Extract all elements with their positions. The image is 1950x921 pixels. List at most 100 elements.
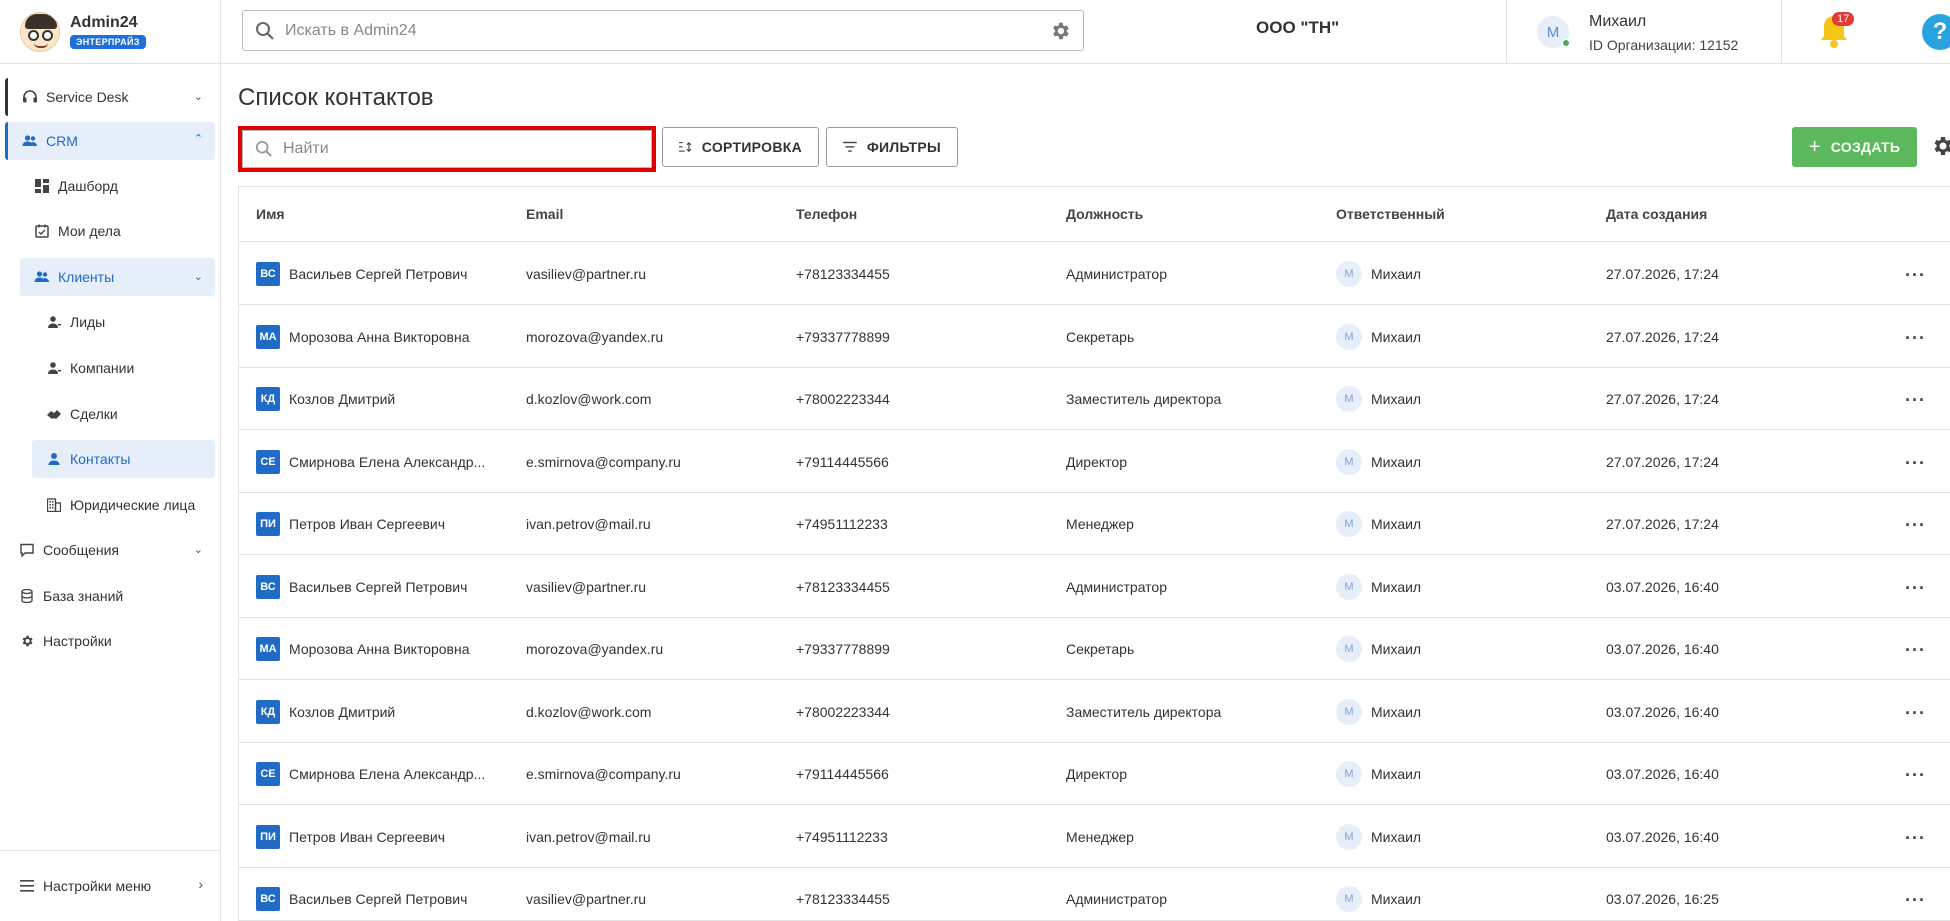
sidebar-item-companies[interactable]: Компании: [32, 349, 215, 387]
responsible-name: Михаил: [1371, 641, 1422, 657]
brand-logo-icon: [20, 12, 60, 52]
online-status-icon: [1562, 39, 1570, 47]
cell-position: Заместитель директора: [1066, 703, 1222, 720]
cell-name[interactable]: ПИ Петров Иван Сергеевич: [256, 806, 445, 868]
more-actions-icon[interactable]: ···: [1905, 890, 1926, 911]
sidebar-item-contacts[interactable]: Контакты: [32, 440, 215, 478]
cell-created: 27.07.2026, 17:24: [1606, 328, 1719, 345]
more-actions-icon[interactable]: ···: [1905, 515, 1926, 536]
sidebar-item-crm[interactable]: CRM ⌃: [5, 122, 215, 160]
more-actions-icon[interactable]: ···: [1905, 703, 1926, 724]
cell-responsible: М Михаил: [1336, 681, 1421, 743]
cell-email: morozova@yandex.ru: [526, 328, 664, 345]
sidebar-item-label: Сделки: [70, 406, 118, 422]
create-button[interactable]: + СОЗДАТЬ: [1792, 127, 1917, 167]
cell-position: Директор: [1066, 453, 1127, 470]
cell-created: 03.07.2026, 16:25: [1606, 891, 1719, 907]
more-actions-icon[interactable]: ···: [1905, 828, 1926, 849]
find-input-highlight[interactable]: Найти: [238, 126, 656, 172]
sidebar-item-label: Клиенты: [58, 269, 115, 285]
responsible-name: Михаил: [1371, 766, 1422, 782]
notifications-count: 17: [1832, 12, 1855, 26]
table-row[interactable]: МА Морозова Анна Викторовна morozova@yande…: [239, 306, 1950, 368]
more-actions-icon[interactable]: ···: [1905, 265, 1926, 286]
cell-name[interactable]: СЕ Смирнова Елена Александр...: [256, 743, 485, 805]
table-row[interactable]: ПИ Петров Иван Сергеевич ivan.petrov@mail.…: [239, 806, 1950, 868]
more-actions-icon[interactable]: ···: [1905, 765, 1926, 786]
gear-icon: [19, 633, 35, 649]
sidebar-item-messages[interactable]: Сообщения ⌄: [5, 531, 215, 569]
more-actions-icon[interactable]: ···: [1905, 578, 1926, 599]
column-header-name[interactable]: Имя: [256, 206, 285, 222]
column-header-position[interactable]: Должность: [1066, 206, 1143, 222]
cell-name[interactable]: КД Козлов Дмитрий: [256, 368, 395, 430]
table-row[interactable]: МА Морозова Анна Викторовна morozova@yande…: [239, 618, 1950, 680]
cell-name[interactable]: ВС Васильев Сергей Петрович: [256, 868, 467, 921]
search-icon: [255, 140, 272, 157]
sidebar-item-legal-entities[interactable]: Юридические лица: [32, 486, 215, 524]
cell-name[interactable]: МА Морозова Анна Викторовна: [256, 618, 470, 680]
table-settings-gear-icon[interactable]: [1930, 134, 1950, 158]
column-header-created[interactable]: Дата создания: [1606, 206, 1707, 222]
more-actions-icon[interactable]: ···: [1905, 453, 1926, 474]
cell-phone: +78123334455: [796, 266, 890, 282]
global-search-input[interactable]: Искать в Admin24: [242, 10, 1084, 51]
calendar-check-icon: [34, 223, 50, 239]
cell-phone: +74951112233: [796, 828, 888, 845]
responsible-avatar: М: [1336, 448, 1362, 475]
table-row[interactable]: СЕ Смирнова Елена Александр... e.smirnova@…: [239, 743, 1950, 805]
table-row[interactable]: ВС Васильев Сергей Петрович vasiliev@partn…: [239, 243, 1950, 305]
brand[interactable]: Admin24 ЭНТЕРПРАЙЗ: [0, 0, 221, 64]
help-button[interactable]: ?: [1922, 14, 1950, 50]
filters-button[interactable]: ФИЛЬТРЫ: [826, 127, 958, 167]
sidebar-item-menu-settings[interactable]: Настройки меню ›: [5, 867, 215, 905]
table-row[interactable]: ПИ Петров Иван Сергеевич ivan.petrov@mail.…: [239, 493, 1950, 555]
cell-name[interactable]: СЕ Смирнова Елена Александр...: [256, 431, 485, 493]
table-row[interactable]: ВС Васильев Сергей Петрович vasiliev@partn…: [239, 868, 1950, 921]
contact-initials-avatar: КД: [256, 699, 280, 724]
table-row[interactable]: КД Козлов Дмитрий d.kozlov@work.com +780022…: [239, 681, 1950, 743]
cell-name[interactable]: КД Козлов Дмитрий: [256, 681, 395, 743]
column-header-email[interactable]: Email: [526, 206, 563, 222]
find-placeholder: Найти: [283, 140, 329, 157]
top-header: Admin24 ЭНТЕРПРАЙЗ Искать в Admin24 ООО …: [0, 0, 1950, 64]
table-row[interactable]: КД Козлов Дмитрий d.kozlov@work.com +780022…: [239, 368, 1950, 430]
cell-name[interactable]: ВС Васильев Сергей Петрович: [256, 243, 467, 305]
chevron-down-icon: ⌄: [193, 271, 203, 283]
cell-phone: +78002223344: [796, 703, 890, 720]
cell-email: vasiliev@partner.ru: [526, 266, 647, 282]
column-header-responsible[interactable]: Ответственный: [1336, 206, 1445, 222]
user-profile[interactable]: М Михаил ID Организации: 12152: [1506, 0, 1782, 64]
cell-name[interactable]: МА Морозова Анна Викторовна: [256, 306, 470, 368]
sort-button[interactable]: СОРТИРОВКА: [662, 127, 819, 167]
sidebar-item-dashboard[interactable]: Дашборд: [20, 167, 215, 205]
users-icon: [34, 269, 50, 285]
notifications-button[interactable]: 17: [1812, 10, 1856, 54]
table-row[interactable]: ВС Васильев Сергей Петрович vasiliev@partn…: [239, 556, 1950, 618]
sidebar-item-deals[interactable]: Сделки: [32, 395, 215, 433]
sort-label: СОРТИРОВКА: [701, 139, 802, 155]
chevron-up-icon: ⌃: [193, 133, 203, 145]
sidebar-item-settings[interactable]: Настройки: [5, 622, 215, 660]
cell-phone: +78123334455: [796, 578, 890, 595]
help-icon: ?: [1932, 18, 1948, 45]
gear-icon[interactable]: [1049, 20, 1071, 42]
cell-created: 27.07.2026, 17:24: [1606, 516, 1719, 532]
cell-email: e.smirnova@company.ru: [526, 453, 681, 470]
organization-name[interactable]: ООО "ТН": [1256, 18, 1339, 38]
cell-name[interactable]: ПИ Петров Иван Сергеевич: [256, 493, 445, 555]
sidebar-item-service-desk[interactable]: Service Desk ⌄: [5, 78, 215, 116]
column-header-phone[interactable]: Телефон: [796, 206, 857, 222]
table-row[interactable]: СЕ Смирнова Елена Александр... e.smirnova@…: [239, 431, 1950, 493]
sidebar-item-my-tasks[interactable]: Мои дела: [20, 212, 215, 250]
contact-initials-avatar: МА: [256, 324, 280, 349]
sidebar-item-knowledge-base[interactable]: База знаний: [5, 577, 215, 615]
more-actions-icon[interactable]: ···: [1905, 640, 1926, 661]
contact-name: Васильев Сергей Петрович: [289, 578, 468, 595]
find-input[interactable]: Найти: [242, 130, 652, 168]
sidebar-item-leads[interactable]: Лиды: [32, 303, 215, 341]
more-actions-icon[interactable]: ···: [1905, 390, 1926, 411]
more-actions-icon[interactable]: ···: [1905, 328, 1926, 349]
sidebar-item-clients[interactable]: Клиенты ⌄: [20, 258, 215, 296]
cell-name[interactable]: ВС Васильев Сергей Петрович: [256, 556, 467, 618]
